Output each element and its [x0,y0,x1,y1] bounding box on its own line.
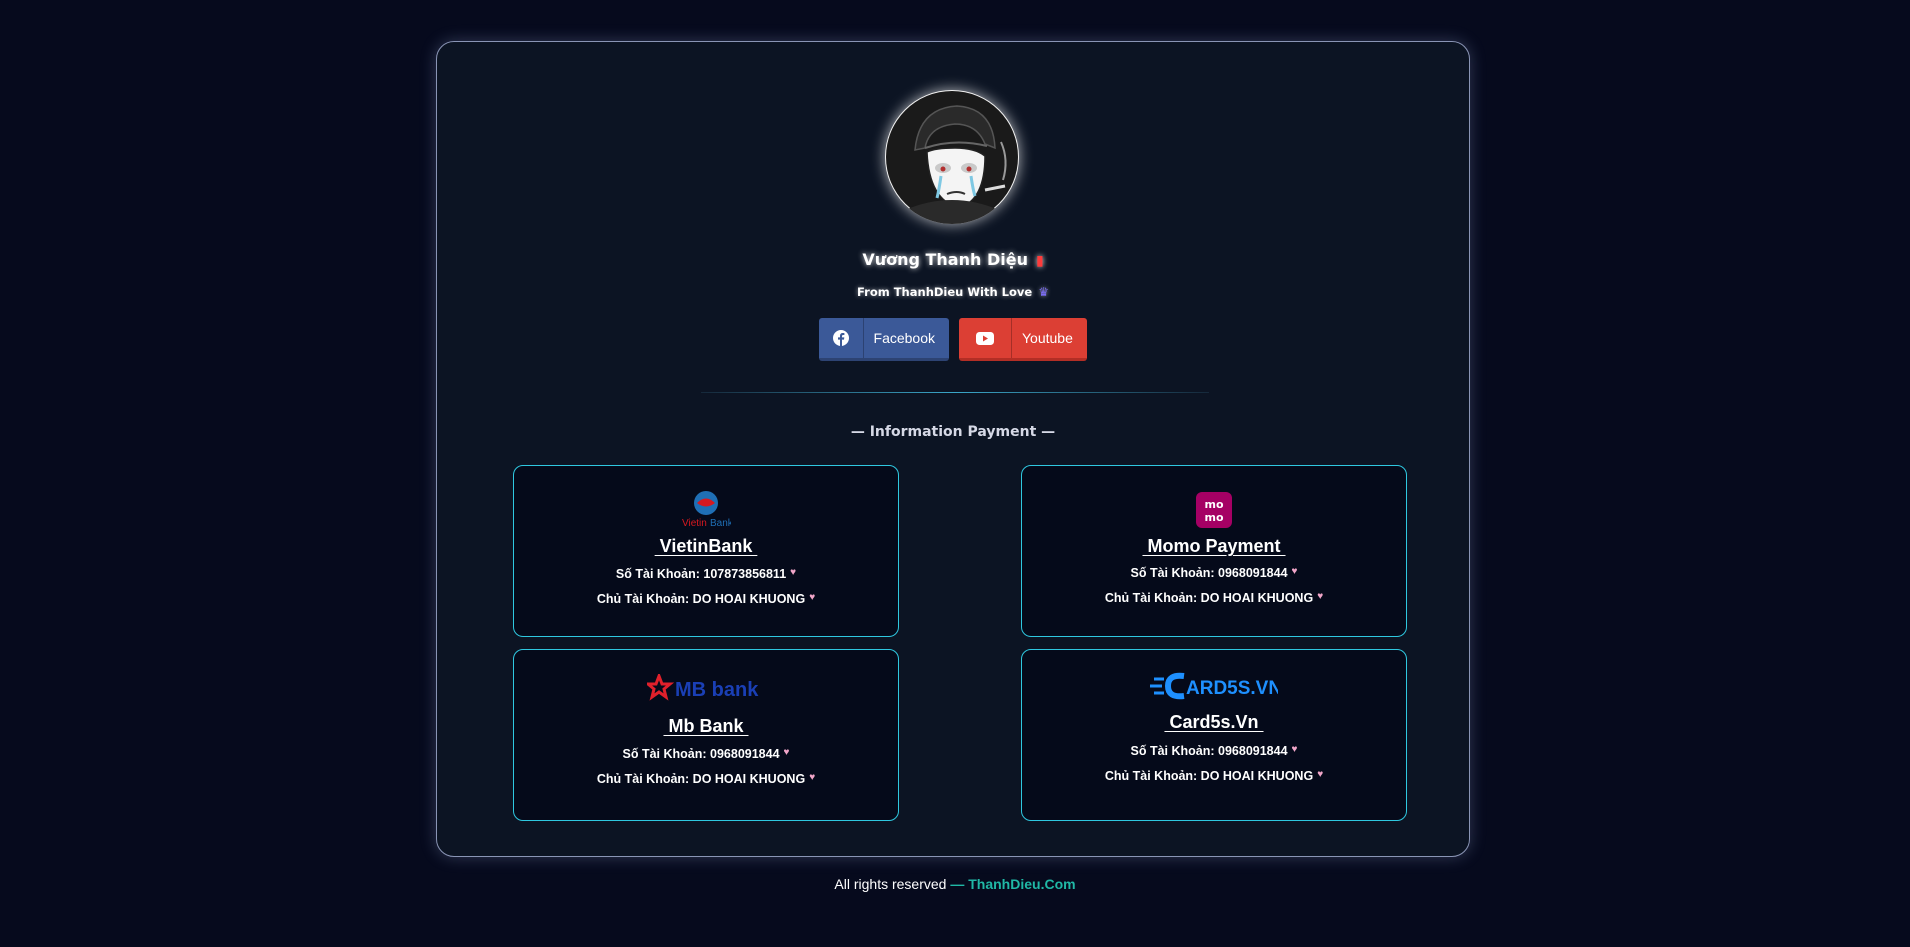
vietinbank-logo: Vietin Bank [514,490,898,528]
heart-icon: ♥ [783,747,790,758]
footer-text: All rights reserved [834,876,951,892]
payment-name: Card5s.Vn [1022,712,1406,733]
heart-icon: ♥ [1317,591,1324,602]
payment-card-card5s: ARD5S.VN Card5s.Vn Số Tài Khoản: 0968091… [1021,649,1407,821]
crown-icon: ♛ [1038,285,1049,299]
payment-name-text: VietinBank [654,536,758,556]
momo-logo: mo mo [1022,492,1406,528]
mbbank-logo: MB bank [514,674,898,704]
divider [701,392,1209,393]
payment-name-text: Card5s.Vn [1164,712,1264,732]
account-number-line: Số Tài Khoản: 0968091844 ♥ [514,747,898,761]
heart-icon: ♥ [1291,744,1298,755]
avatar [885,90,1019,224]
payment-name: VietinBank [514,536,898,557]
account-owner-line: Chủ Tài Khoản: DO HOAI KHUONG ♥ [1022,769,1406,783]
heart-icon: ♥ [1317,769,1324,780]
payment-name: Momo Payment [1022,536,1406,557]
youtube-button-label: Youtube [1022,330,1073,346]
account-number-line: Số Tài Khoản: 0968091844 ♥ [1022,744,1406,758]
fire-extinguisher-icon: ▮ [1035,253,1044,269]
payment-card-momo: mo mo Momo Payment Số Tài Khoản: 0968091… [1021,465,1407,637]
svg-text:mo: mo [1204,498,1223,511]
heart-icon: ♥ [1291,566,1298,577]
heart-icon: ♥ [809,592,816,603]
payment-name: Mb Bank [514,716,898,737]
page: Vương Thanh Diệu ▮ From ThanhDieu With Lo… [0,0,1910,947]
svg-text:Vietin: Vietin [682,518,707,528]
facebook-button-label: Facebook [873,330,935,346]
profile-tagline-text: From ThanhDieu With Love [857,285,1033,299]
payment-name-text: Momo Payment [1142,536,1286,556]
account-owner-line: Chủ Tài Khoản: DO HOAI KHUONG ♥ [514,772,898,786]
account-number-text: Số Tài Khoản: 0968091844 [1130,744,1288,758]
footer: All rights reserved — ThanhDieu.Com [0,876,1910,892]
facebook-button[interactable]: Facebook [819,318,949,361]
profile-name-text: Vương Thanh Diệu [862,250,1028,269]
payment-card-vietinbank: Vietin Bank VietinBank Số Tài Khoản: 107… [513,465,899,637]
account-number-text: Số Tài Khoản: 107873856811 [615,567,787,581]
payment-card-mbbank: MB bank Mb Bank Số Tài Khoản: 0968091844… [513,649,899,821]
account-owner-text: Chủ Tài Khoản: DO HOAI KHUONG [1104,591,1314,605]
account-number-text: Số Tài Khoản: 0968091844 [1130,566,1288,580]
profile-tagline: From ThanhDieu With Love ♛ [437,285,1469,299]
account-owner-text: Chủ Tài Khoản: DO HOAI KHUONG [596,772,806,786]
account-number-line: Số Tài Khoản: 0968091844 ♥ [1022,566,1406,580]
facebook-icon [819,318,864,358]
card5s-logo: ARD5S.VN [1022,670,1406,702]
svg-text:MB bank: MB bank [675,679,759,701]
profile-card: Vương Thanh Diệu ▮ From ThanhDieu With Lo… [436,41,1470,857]
avatar-image [886,91,1018,224]
heart-icon: ♥ [809,772,816,783]
account-owner-line: Chủ Tài Khoản: DO HOAI KHUONG ♥ [1022,591,1406,605]
heart-icon: ♥ [790,567,797,578]
account-owner-text: Chủ Tài Khoản: DO HOAI KHUONG [596,592,806,606]
svg-text:mo: mo [1204,511,1223,524]
profile-name: Vương Thanh Diệu ▮ [437,250,1469,269]
youtube-icon [959,318,1012,358]
account-owner-text: Chủ Tài Khoản: DO HOAI KHUONG [1104,769,1314,783]
footer-brand-link[interactable]: — ThanhDieu.Com [950,876,1075,892]
account-number-text: Số Tài Khoản: 0968091844 [622,747,780,761]
svg-text:ARD5S.VN: ARD5S.VN [1186,678,1278,699]
social-links: Facebook Youtube [437,318,1469,361]
svg-text:Bank: Bank [710,518,731,528]
account-number-line: Số Tài Khoản: 107873856811 ♥ [514,567,898,581]
section-title: — Information Payment — [850,424,1056,440]
payment-name-text: Mb Bank [663,716,749,736]
youtube-button[interactable]: Youtube [959,318,1087,361]
account-owner-line: Chủ Tài Khoản: DO HOAI KHUONG ♥ [514,592,898,606]
